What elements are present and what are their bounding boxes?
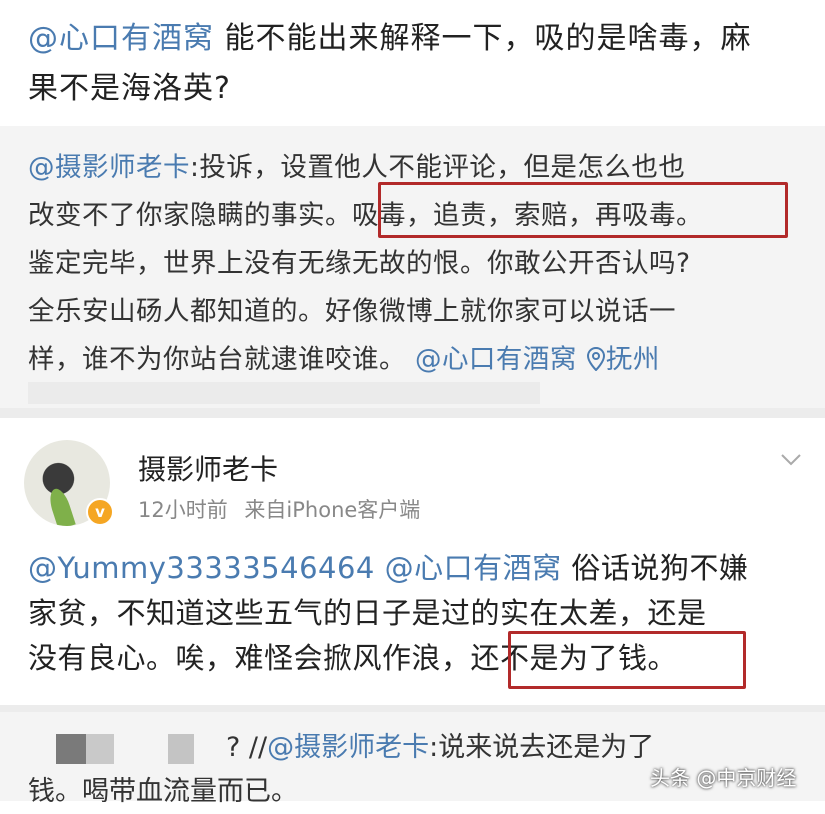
- location-link[interactable]: 抚州: [586, 344, 660, 375]
- comment-time: 12小时前: [138, 498, 228, 522]
- top-post: @心口有酒窝 能不能出来解释一下，吸的是啥毒，麻 果不是海洛英?: [0, 0, 825, 126]
- repost-highlight-text: 吸毒，追责，索赔，再吸毒。: [352, 200, 703, 231]
- repost-mention-link[interactable]: @摄影师老卡: [28, 152, 190, 183]
- watermark: 头条 @中京财经: [650, 766, 797, 790]
- comment-mention1-link[interactable]: @Yummy33333546464: [28, 551, 375, 585]
- reply-prefix: ? //: [226, 732, 268, 763]
- separator-2: [0, 705, 825, 712]
- chevron-down-icon[interactable]: [780, 448, 802, 470]
- repost-footer-bar: [28, 382, 540, 404]
- repost-block[interactable]: @摄影师老卡:投诉，设置他人不能评论，但是怎么也也 改变不了你家隐瞒的事实。吸毒…: [0, 126, 825, 408]
- reply-mention-link[interactable]: @摄影师老卡: [267, 732, 429, 763]
- comment-line2: 家贫，不知道这些五气的日子是过的实在太差，还是: [28, 596, 707, 630]
- repost-line3: 鉴定完毕，世界上没有无缘无故的恨。你敢公开否认吗?: [28, 248, 691, 279]
- comment-highlight-text: 还不是为了钱。: [470, 641, 678, 675]
- repost-text: @摄影师老卡:投诉，设置他人不能评论，但是怎么也也 改变不了你家隐瞒的事实。吸毒…: [28, 144, 818, 384]
- verified-badge-icon: v: [86, 498, 114, 526]
- comment-card: v 摄影师老卡 12小时前 来自iPhone客户端 @Yummy33333546…: [0, 418, 825, 705]
- repost-line4: 全乐安山砀人都知道的。好像微博上就你家可以说话一: [28, 296, 676, 327]
- reply-line1: ? //@摄影师老卡:说来说去还是为了: [226, 726, 654, 770]
- repost-line2: 改变不了你家隐瞒的事实。: [28, 200, 352, 231]
- redacted-block: [168, 734, 194, 764]
- top-post-text: @心口有酒窝 能不能出来解释一下，吸的是啥毒，麻 果不是海洛英?: [28, 14, 808, 114]
- top-post-line2: 果不是海洛英?: [28, 71, 231, 106]
- repost-line5: 样，谁不为你站台就逮谁咬谁。: [28, 344, 406, 375]
- avatar-leaf: [46, 486, 76, 526]
- redacted-block: [86, 734, 114, 764]
- username[interactable]: 摄影师老卡: [138, 448, 278, 488]
- mention-link[interactable]: @心口有酒窝: [28, 21, 214, 56]
- comment-source: 来自iPhone客户端: [244, 498, 421, 522]
- location-text: 抚州: [605, 344, 660, 375]
- top-post-line1: 能不能出来解释一下，吸的是啥毒，麻: [214, 21, 752, 56]
- comment-line3: 没有良心。唉，难怪会掀风作浪，: [28, 641, 471, 675]
- location-pin-icon: [586, 346, 605, 372]
- reply-text1: :说来说去还是为了: [429, 732, 655, 763]
- comment-line1: 俗话说狗不嫌: [561, 551, 749, 585]
- comment-body: @Yummy33333546464 @心口有酒窝 俗话说狗不嫌 家贫，不知道这些…: [28, 546, 818, 681]
- comment-meta: 12小时前 来自iPhone客户端: [138, 494, 420, 524]
- reply-line2: 钱。喝带血流量而已。: [28, 776, 298, 807]
- redacted-block: [56, 734, 86, 764]
- repost-line1: :投诉，设置他人不能评论，但是怎么也也: [190, 152, 686, 183]
- repost-mention2-link[interactable]: @心口有酒窝: [415, 344, 577, 375]
- comment-mention2-link[interactable]: @心口有酒窝: [385, 551, 562, 585]
- separator: [0, 408, 825, 418]
